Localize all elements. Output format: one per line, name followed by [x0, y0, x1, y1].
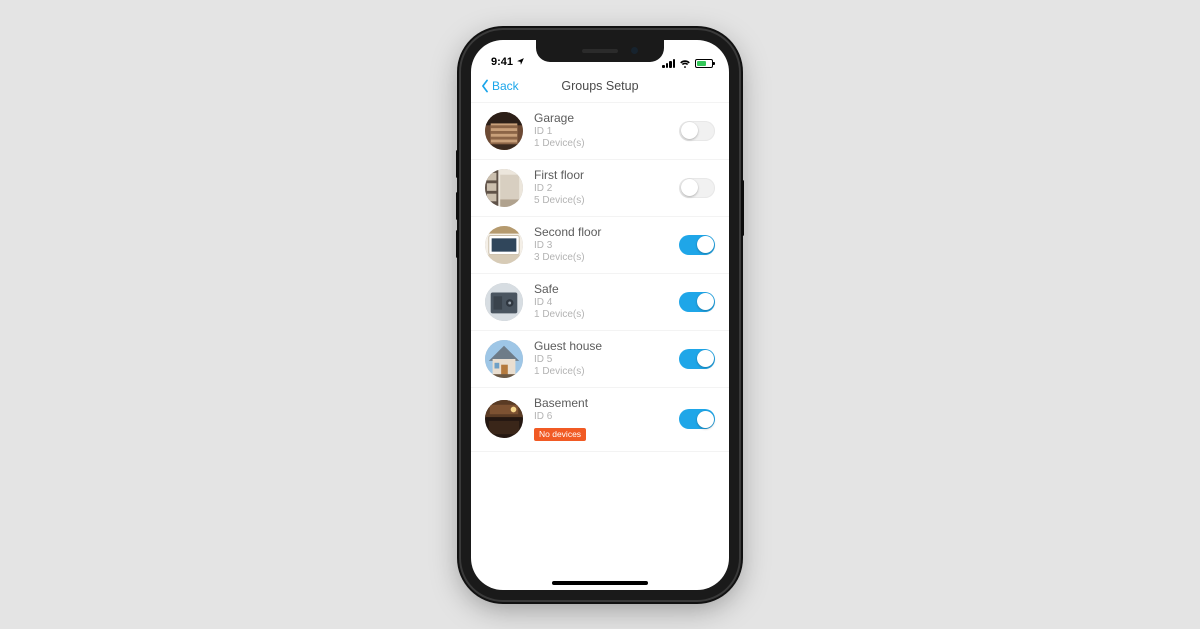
group-toggle[interactable]: [679, 235, 715, 255]
group-name: First floor: [534, 168, 668, 183]
group-devices-count: 3 Device(s): [534, 252, 668, 265]
screen: 9:41: [471, 40, 729, 590]
group-toggle[interactable]: [679, 178, 715, 198]
group-devices-count: 5 Device(s): [534, 195, 668, 208]
group-row[interactable]: First floorID 25 Device(s): [471, 160, 729, 217]
group-info: GarageID 11 Device(s): [534, 111, 668, 151]
group-thumbnail: [485, 283, 523, 321]
status-right: [662, 59, 713, 68]
group-id: ID 1: [534, 126, 668, 139]
group-info: BasementID 6 No devices: [534, 396, 668, 444]
group-row[interactable]: Guest houseID 51 Device(s): [471, 331, 729, 388]
group-devices-count: 1 Device(s): [534, 309, 668, 322]
group-name: Safe: [534, 282, 668, 297]
location-arrow-icon: [516, 57, 525, 66]
back-label: Back: [492, 79, 519, 93]
group-thumbnail: [485, 226, 523, 264]
group-id: ID 2: [534, 183, 668, 196]
toggle-knob: [697, 293, 714, 310]
group-thumbnail: [485, 340, 523, 378]
group-id: ID 3: [534, 240, 668, 253]
group-devices-count: 1 Device(s): [534, 138, 668, 151]
group-info: Guest houseID 51 Device(s): [534, 339, 668, 379]
no-devices-badge: No devices: [534, 428, 586, 442]
group-info: Second floorID 33 Device(s): [534, 225, 668, 265]
chevron-left-icon: [479, 79, 491, 93]
status-time: 9:41: [491, 56, 513, 68]
notch: [536, 40, 664, 62]
nav-bar: Back Groups Setup: [471, 70, 729, 102]
group-thumbnail: [485, 400, 523, 438]
group-row[interactable]: GarageID 11 Device(s): [471, 102, 729, 160]
toggle-knob: [697, 350, 714, 367]
cellular-signal-icon: [662, 59, 675, 68]
group-devices-count: 1 Device(s): [534, 366, 668, 379]
group-info: First floorID 25 Device(s): [534, 168, 668, 208]
group-row[interactable]: SafeID 41 Device(s): [471, 274, 729, 331]
group-id: ID 5: [534, 354, 668, 367]
toggle-knob: [681, 122, 698, 139]
battery-icon: [695, 59, 713, 68]
group-row[interactable]: BasementID 6 No devices: [471, 388, 729, 453]
group-name: Garage: [534, 111, 668, 126]
speaker-grill: [582, 49, 618, 53]
group-toggle[interactable]: [679, 292, 715, 312]
group-name: Second floor: [534, 225, 668, 240]
toggle-knob: [697, 411, 714, 428]
toggle-knob: [681, 179, 698, 196]
group-row[interactable]: Second floorID 33 Device(s): [471, 217, 729, 274]
group-toggle[interactable]: [679, 121, 715, 141]
group-toggle[interactable]: [679, 349, 715, 369]
group-toggle[interactable]: [679, 409, 715, 429]
group-info: SafeID 41 Device(s): [534, 282, 668, 322]
group-thumbnail: [485, 169, 523, 207]
page-title: Groups Setup: [561, 79, 638, 93]
phone-frame: 9:41: [461, 30, 739, 600]
group-name: Guest house: [534, 339, 668, 354]
groups-list[interactable]: GarageID 11 Device(s)First floorID 25 De…: [471, 102, 729, 590]
back-button[interactable]: Back: [479, 79, 519, 93]
group-id: ID 6: [534, 411, 668, 424]
wifi-icon: [679, 59, 691, 68]
group-thumbnail: [485, 112, 523, 150]
toggle-knob: [697, 236, 714, 253]
front-camera: [631, 47, 638, 54]
group-id: ID 4: [534, 297, 668, 310]
status-left: 9:41: [491, 56, 525, 68]
group-name: Basement: [534, 396, 668, 411]
home-indicator[interactable]: [552, 581, 648, 585]
